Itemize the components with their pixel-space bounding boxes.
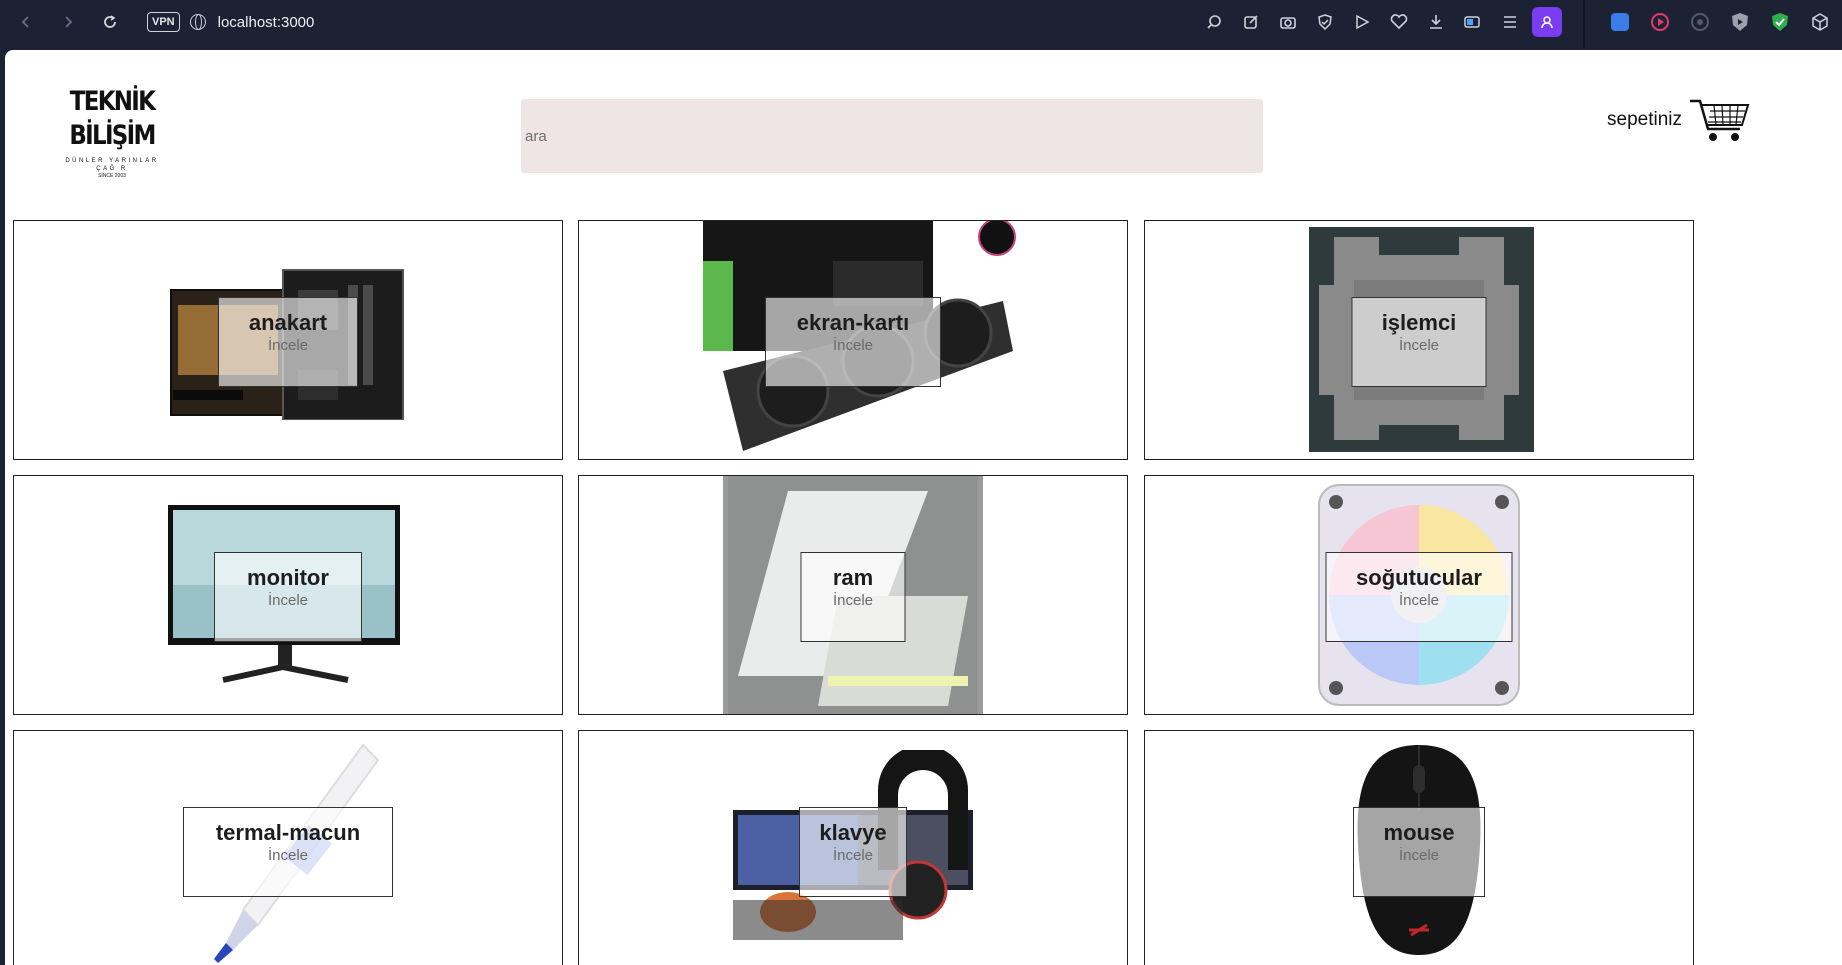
shopping-cart-icon: [1690, 99, 1750, 141]
reload-icon: [104, 15, 116, 28]
extension-icons: [1600, 0, 1840, 44]
adblock-shield-icon[interactable]: [1760, 7, 1800, 37]
vpn-badge[interactable]: VPN: [147, 12, 180, 32]
category-card-klavye[interactable]: klavye İncele: [578, 730, 1128, 965]
translate-extension-icon[interactable]: [1600, 7, 1640, 37]
cart-label: sepetiniz: [1607, 109, 1682, 130]
category-title: ekran-kartı: [796, 310, 910, 335]
category-card-monitor[interactable]: monitor İncele: [13, 475, 563, 715]
category-card-mouse[interactable]: mouse İncele: [1144, 730, 1694, 965]
logo-line-2: BİLİŞİM: [69, 120, 156, 151]
battery-icon[interactable]: [1454, 7, 1491, 37]
inspect-link[interactable]: İncele: [833, 847, 873, 864]
category-card-ram[interactable]: ram İncele: [578, 475, 1128, 715]
inspect-link[interactable]: İncele: [268, 847, 308, 864]
download-icon[interactable]: [1417, 7, 1454, 37]
edit-icon[interactable]: [1232, 7, 1269, 37]
category-title: monitor: [247, 565, 329, 590]
logo-since: SİNCE 2003: [98, 173, 126, 179]
category-title: soğutucular: [1356, 565, 1482, 590]
category-label-box[interactable]: monitor İncele: [214, 552, 362, 642]
search-input[interactable]: [521, 99, 1263, 173]
shield-check-icon[interactable]: [1306, 7, 1343, 37]
category-label-box[interactable]: termal-macun İncele: [183, 807, 393, 897]
category-title: anakart: [248, 310, 328, 335]
back-button[interactable]: [11, 7, 41, 37]
category-card-sogutucular[interactable]: soğutucular İncele: [1144, 475, 1694, 715]
logo-line-1: TEKNİK: [69, 86, 156, 117]
inspect-link[interactable]: İncele: [268, 337, 308, 354]
category-card-termal-macun[interactable]: termal-macun İncele: [13, 730, 563, 965]
menu-lines-icon[interactable]: [1491, 7, 1528, 37]
browser-toolbar: VPN localhost:3000: [0, 0, 1842, 48]
category-label-box[interactable]: ekran-kartı İncele: [765, 297, 941, 387]
inspect-link[interactable]: İncele: [1399, 847, 1439, 864]
category-label-box[interactable]: anakart İncele: [218, 297, 358, 387]
toolbar-divider: [1583, 0, 1585, 48]
forward-button[interactable]: [53, 7, 83, 37]
circle-extension-icon[interactable]: [1680, 7, 1720, 37]
chevron-left-icon: [21, 16, 29, 28]
heart-icon[interactable]: [1380, 7, 1417, 37]
inspect-link[interactable]: İncele: [833, 337, 873, 354]
category-label-box[interactable]: ram İncele: [800, 552, 906, 642]
play-icon[interactable]: [1343, 7, 1380, 37]
profile-button[interactable]: [1532, 7, 1562, 37]
user-icon: [1541, 16, 1553, 29]
cart-button[interactable]: sepetiniz: [1607, 95, 1750, 145]
category-title: mouse: [1383, 820, 1455, 845]
reload-button[interactable]: [95, 7, 125, 37]
search-page-icon[interactable]: [1195, 7, 1232, 37]
inspect-link[interactable]: İncele: [1399, 337, 1439, 354]
category-title: klavye: [819, 820, 887, 845]
camera-icon[interactable]: [1269, 7, 1306, 37]
record-extension-icon[interactable]: [1640, 7, 1680, 37]
page-viewport: TEKNİK BİLİŞİM DÜNLER YARINLAR ÇAĞ R SİN…: [5, 50, 1842, 965]
category-card-ekran-karti[interactable]: ekran-kartı İncele: [578, 220, 1128, 460]
inspect-link[interactable]: İncele: [268, 592, 308, 609]
cube-extension-icon[interactable]: [1800, 7, 1840, 37]
shield-play-extension-icon[interactable]: [1720, 7, 1760, 37]
category-title: termal-macun: [215, 820, 361, 845]
site-logo[interactable]: TEKNİK BİLİŞİM DÜNLER YARINLAR ÇAĞ R SİN…: [57, 85, 167, 180]
inspect-link[interactable]: İncele: [1399, 592, 1439, 609]
category-title: işlemci: [1381, 310, 1457, 335]
globe-icon: [189, 14, 206, 30]
address-bar[interactable]: VPN localhost:3000: [147, 12, 314, 32]
chevron-right-icon: [65, 16, 73, 28]
category-label-box[interactable]: soğutucular İncele: [1325, 552, 1513, 642]
category-card-anakart[interactable]: anakart İncele: [13, 220, 563, 460]
category-label-box[interactable]: klavye İncele: [799, 807, 907, 897]
url-text[interactable]: localhost:3000: [218, 14, 315, 31]
logo-tagline: DÜNLER YARINLAR ÇAĞ R: [65, 158, 159, 172]
category-label-box[interactable]: mouse İncele: [1353, 807, 1485, 897]
browser-tools: [1195, 0, 1562, 44]
category-card-islemci[interactable]: işlemci İncele: [1144, 220, 1694, 460]
category-title: ram: [832, 565, 874, 590]
category-label-box[interactable]: işlemci İncele: [1351, 297, 1487, 387]
inspect-link[interactable]: İncele: [833, 592, 873, 609]
